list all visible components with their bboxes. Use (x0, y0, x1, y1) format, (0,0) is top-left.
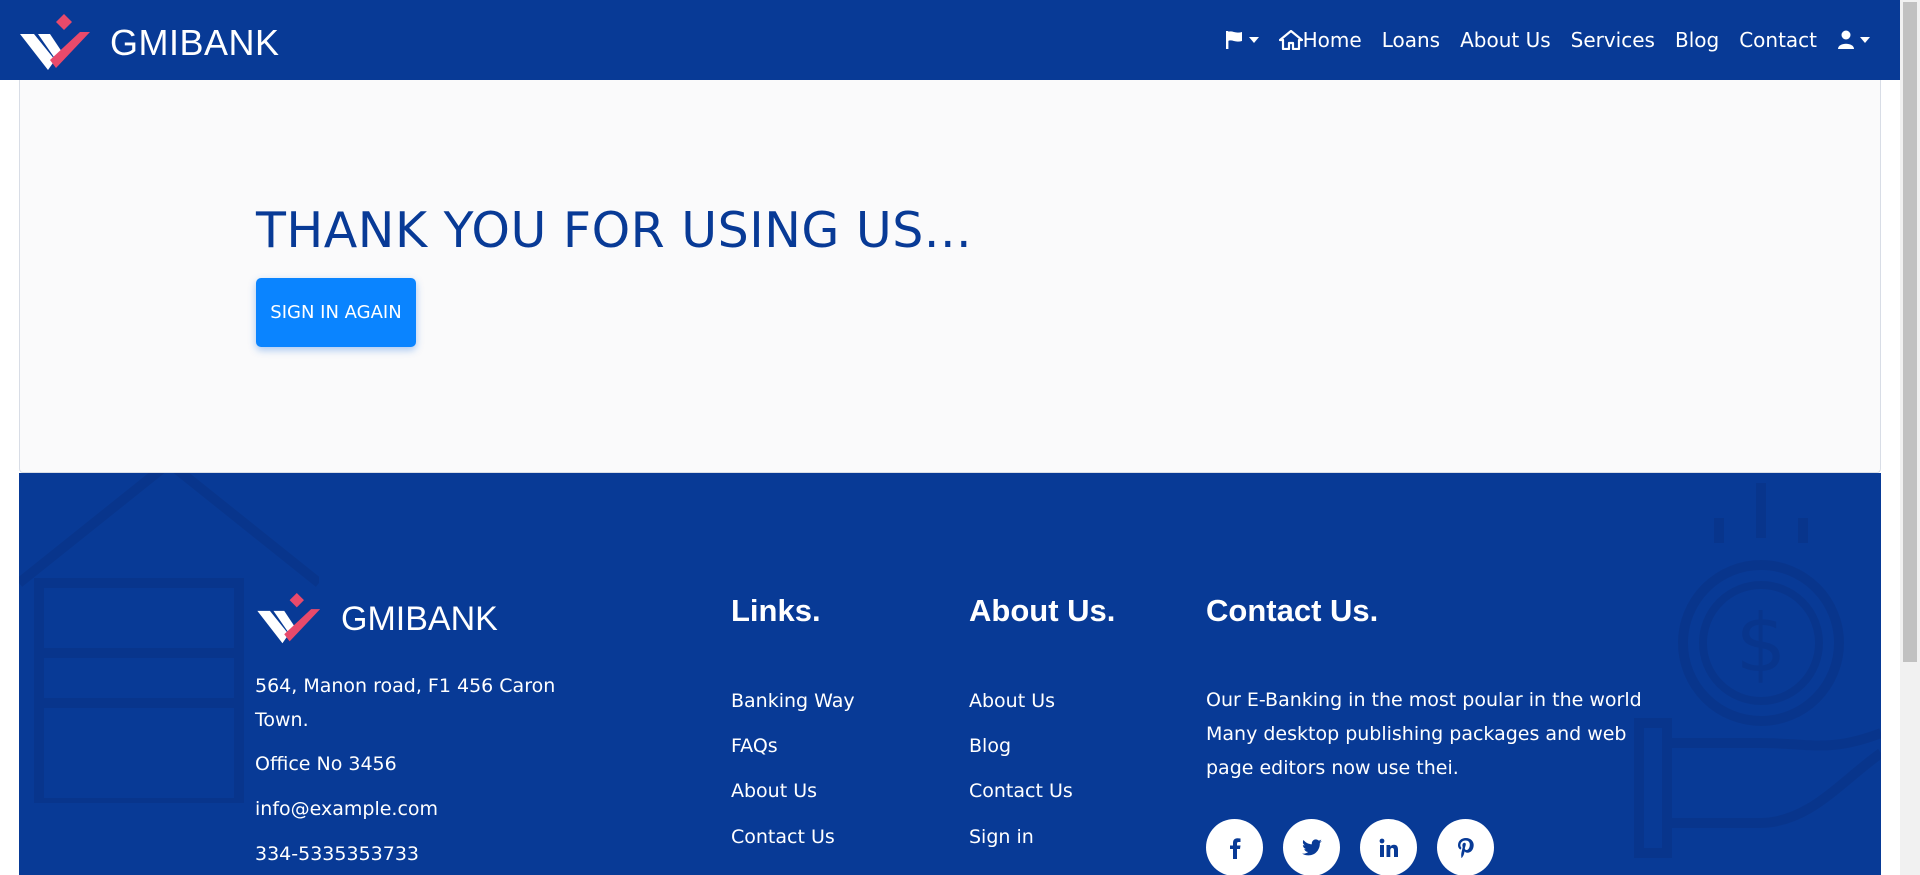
email-address[interactable]: info@example.com (255, 792, 575, 826)
pinterest-button[interactable] (1437, 819, 1494, 875)
footer-about-link-about-us[interactable]: About Us (969, 690, 1055, 712)
footer-link-about-us[interactable]: About Us (731, 780, 817, 802)
twitter-button[interactable] (1283, 819, 1340, 875)
home-icon (1278, 30, 1303, 50)
nav-home-label: Home (1302, 28, 1362, 52)
footer-contact-column: Contact Us. Our E-Banking in the most po… (1206, 593, 1666, 875)
footer-link-faqs[interactable]: FAQs (731, 735, 778, 757)
gmibank-logo-icon (257, 593, 321, 644)
svg-text:$: $ (1736, 597, 1787, 690)
pinterest-icon (1457, 837, 1474, 858)
footer-brand-column: GMIBANK 564, Manon road, F1 456 Caron To… (255, 593, 575, 871)
footer-links-column: Links. Banking Way FAQs About Us Contact… (731, 593, 931, 875)
gmibank-logo-icon (20, 14, 90, 70)
thank-you-section: THANK YOU FOR USING US... SIGN IN AGAIN (19, 80, 1881, 473)
contact-text-line: page editors now use thei. (1206, 757, 1459, 779)
contact-heading: Contact Us. (1206, 593, 1379, 628)
nav-blog[interactable]: Blog (1675, 28, 1719, 52)
brand-logo-link[interactable]: GMIBANK (20, 14, 280, 72)
twitter-icon (1301, 838, 1322, 855)
chevron-down-icon (1860, 37, 1870, 43)
user-icon (1838, 30, 1854, 49)
page-title: THANK YOU FOR USING US... (256, 202, 973, 259)
scrollbar-thumb[interactable] (1903, 2, 1917, 662)
footer-about-link-contact-us[interactable]: Contact Us (969, 780, 1073, 802)
top-navbar: GMIBANK Home Loans About Us Services Blo… (0, 0, 1900, 80)
footer-about-column: About Us. About Us Blog Contact Us Sign … (969, 593, 1169, 875)
nav-home[interactable]: Home (1278, 28, 1362, 52)
footer-logo[interactable]: GMIBANK (255, 593, 575, 645)
office-number: Office No 3456 (255, 753, 397, 775)
nav-about-us[interactable]: About Us (1460, 28, 1551, 52)
footer-about-link-blog[interactable]: Blog (969, 735, 1011, 757)
account-dropdown[interactable] (1837, 30, 1870, 50)
nav-services[interactable]: Services (1571, 28, 1655, 52)
facebook-button[interactable] (1206, 819, 1263, 875)
footer: $ GMIBANK 564, Manon road, F1 456 Caron … (19, 473, 1881, 875)
brand-name: GMIBANK (110, 22, 280, 63)
nav-contact[interactable]: Contact (1739, 28, 1817, 52)
facebook-icon (1229, 837, 1240, 859)
language-dropdown[interactable] (1224, 30, 1259, 50)
page-scrollbar[interactable] (1900, 0, 1920, 875)
nav-menu: Home Loans About Us Services Blog Contac… (1204, 0, 1870, 80)
about-heading: About Us. (969, 593, 1116, 628)
flag-icon (1225, 31, 1242, 49)
linkedin-icon (1379, 838, 1398, 857)
address-line1: 564, Manon road, F1 456 Caron (255, 675, 556, 697)
address-line2: Town. (255, 709, 309, 731)
contact-text-line: Many desktop publishing packages and web (1206, 723, 1627, 745)
nav-loans[interactable]: Loans (1382, 28, 1440, 52)
footer-link-contact-us[interactable]: Contact Us (731, 826, 835, 848)
contact-description: Our E-Banking in the most poular in the … (1206, 683, 1666, 785)
sign-in-again-button[interactable]: SIGN IN AGAIN (256, 278, 416, 347)
phone-number[interactable]: 334-5335353733 (255, 837, 575, 871)
chevron-down-icon (1248, 37, 1259, 43)
linkedin-button[interactable] (1360, 819, 1417, 875)
footer-about-link-sign-in[interactable]: Sign in (969, 826, 1034, 848)
links-heading: Links. (731, 593, 821, 628)
footer-link-banking-way[interactable]: Banking Way (731, 690, 855, 712)
contact-text-line: Our E-Banking in the most poular in the … (1206, 689, 1642, 711)
footer-brand-name: GMIBANK (341, 599, 498, 638)
